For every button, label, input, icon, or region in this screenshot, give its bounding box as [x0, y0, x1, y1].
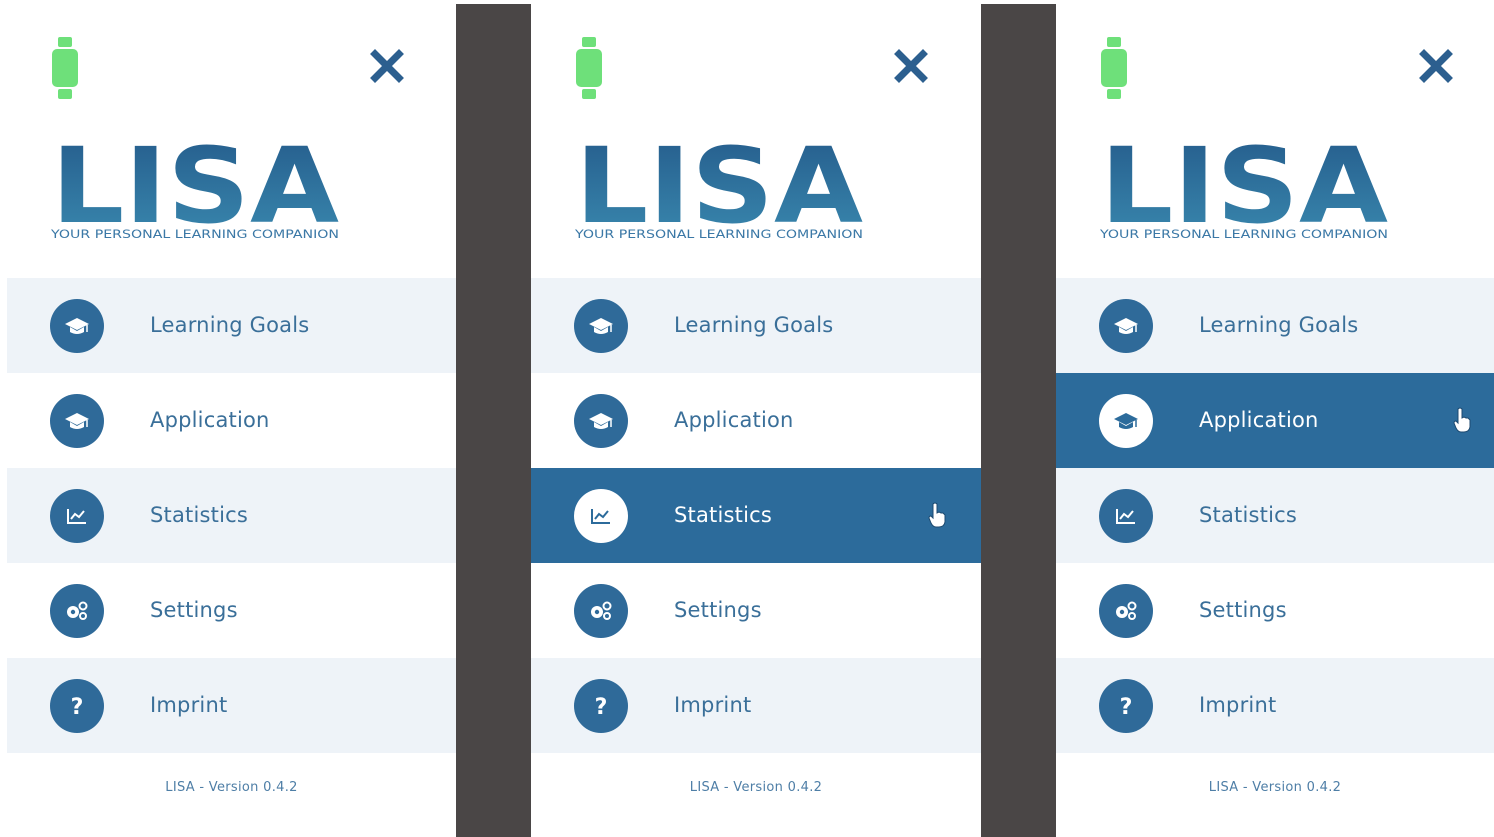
lisa-logo: LISA YOUR PERSONAL LEARNING COMPANION [575, 134, 863, 244]
menu-item-learning-goals[interactable]: Learning Goals [1056, 278, 1494, 373]
menu-item-settings[interactable]: Settings [1056, 563, 1494, 658]
menu-item-label: Learning Goals [150, 313, 310, 337]
menu-item-settings[interactable]: Settings [531, 563, 981, 658]
menu-item-label: Settings [1199, 598, 1287, 622]
menu-item-statistics[interactable]: Statistics [7, 468, 456, 563]
graduation-cap-icon [65, 413, 89, 429]
graduation-cap-icon [589, 318, 613, 334]
hand-cursor-icon [1453, 407, 1471, 433]
smartwatch-icon [52, 37, 78, 99]
menu-item-label: Learning Goals [1199, 313, 1359, 337]
menu-icon-circle [50, 584, 104, 638]
menu-item-label: Imprint [150, 693, 228, 717]
close-icon[interactable] [1418, 48, 1454, 84]
chart-icon [67, 509, 86, 524]
svg-text:YOUR PERSONAL LEARNING COMPANI: YOUR PERSONAL LEARNING COMPANION [1100, 227, 1388, 241]
menu-item-label: Learning Goals [674, 313, 834, 337]
menu-item-application[interactable]: Application [531, 373, 981, 468]
gears-icon [591, 601, 612, 620]
panel-divider [456, 4, 531, 837]
chart-icon [1116, 509, 1135, 524]
menu-icon-circle: ? [574, 679, 628, 733]
question-icon: ? [595, 695, 608, 718]
menu-icon-circle [1099, 299, 1153, 353]
graduation-cap-icon [1114, 413, 1138, 429]
menu-item-label: Imprint [1199, 693, 1277, 717]
menu-icon-circle [574, 394, 628, 448]
version-footer: LISA - Version 0.4.2 [689, 780, 823, 795]
menu-item-label: Imprint [674, 693, 752, 717]
nav-menu: Learning Goals Application Statistics Se… [531, 278, 981, 753]
graduation-cap-icon [65, 318, 89, 334]
nav-menu: Learning Goals Application Statistics Se… [1056, 278, 1494, 753]
menu-item-imprint[interactable]: ? Imprint [7, 658, 456, 753]
svg-text:?: ? [71, 695, 84, 718]
menu-item-label: Settings [674, 598, 762, 622]
chart-icon [591, 509, 610, 524]
menu-icon-circle [1099, 584, 1153, 638]
menu-item-application[interactable]: Application [1056, 373, 1494, 468]
menu-item-statistics[interactable]: Statistics [1056, 468, 1494, 563]
smartwatch-icon [576, 37, 602, 99]
svg-text:YOUR PERSONAL LEARNING COMPANI: YOUR PERSONAL LEARNING COMPANION [51, 227, 339, 241]
menu-panel-2: LISA YOUR PERSONAL LEARNING COMPANION Le… [531, 4, 981, 837]
smartwatch-icon [1101, 37, 1127, 99]
question-icon: ? [1120, 695, 1133, 718]
menu-icon-circle: ? [50, 679, 104, 733]
svg-text:?: ? [1120, 695, 1133, 718]
menu-icon-circle [50, 394, 104, 448]
lisa-logo: LISA YOUR PERSONAL LEARNING COMPANION [1100, 134, 1388, 244]
menu-item-label: Statistics [150, 503, 248, 527]
menu-icon-circle [1099, 489, 1153, 543]
question-icon: ? [71, 695, 84, 718]
lisa-logo: LISA YOUR PERSONAL LEARNING COMPANION [51, 134, 339, 244]
graduation-cap-icon [589, 413, 613, 429]
close-icon[interactable] [369, 48, 405, 84]
menu-item-label: Application [674, 408, 794, 432]
close-icon[interactable] [893, 48, 929, 84]
menu-item-label: Statistics [1199, 503, 1297, 527]
menu-item-settings[interactable]: Settings [7, 563, 456, 658]
menu-item-application[interactable]: Application [7, 373, 456, 468]
version-footer: LISA - Version 0.4.2 [165, 780, 298, 795]
menu-panel-1: LISA YOUR PERSONAL LEARNING COMPANION Le… [7, 4, 456, 837]
svg-text:?: ? [595, 695, 608, 718]
menu-icon-circle [50, 489, 104, 543]
svg-text:YOUR PERSONAL LEARNING COMPANI: YOUR PERSONAL LEARNING COMPANION [575, 227, 863, 241]
menu-icon-circle [574, 299, 628, 353]
menu-item-label: Settings [150, 598, 238, 622]
menu-icon-circle [574, 584, 628, 638]
hand-cursor-icon [928, 502, 946, 528]
menu-item-learning-goals[interactable]: Learning Goals [7, 278, 456, 373]
version-footer: LISA - Version 0.4.2 [1208, 780, 1342, 795]
menu-icon-circle [574, 489, 628, 543]
menu-item-imprint[interactable]: ? Imprint [1056, 658, 1494, 753]
gears-icon [1116, 601, 1137, 620]
menu-item-learning-goals[interactable]: Learning Goals [531, 278, 981, 373]
gears-icon [67, 601, 88, 620]
graduation-cap-icon [1114, 318, 1138, 334]
menu-icon-circle: ? [1099, 679, 1153, 733]
menu-item-imprint[interactable]: ? Imprint [531, 658, 981, 753]
menu-item-label: Application [150, 408, 270, 432]
panel-divider [981, 4, 1056, 837]
menu-icon-circle [50, 299, 104, 353]
menu-item-statistics[interactable]: Statistics [531, 468, 981, 563]
menu-item-label: Statistics [674, 503, 772, 527]
menu-item-label: Application [1199, 408, 1319, 432]
nav-menu: Learning Goals Application Statistics Se… [7, 278, 456, 753]
menu-icon-circle [1099, 394, 1153, 448]
menu-panel-3: LISA YOUR PERSONAL LEARNING COMPANION Le… [1056, 4, 1494, 837]
